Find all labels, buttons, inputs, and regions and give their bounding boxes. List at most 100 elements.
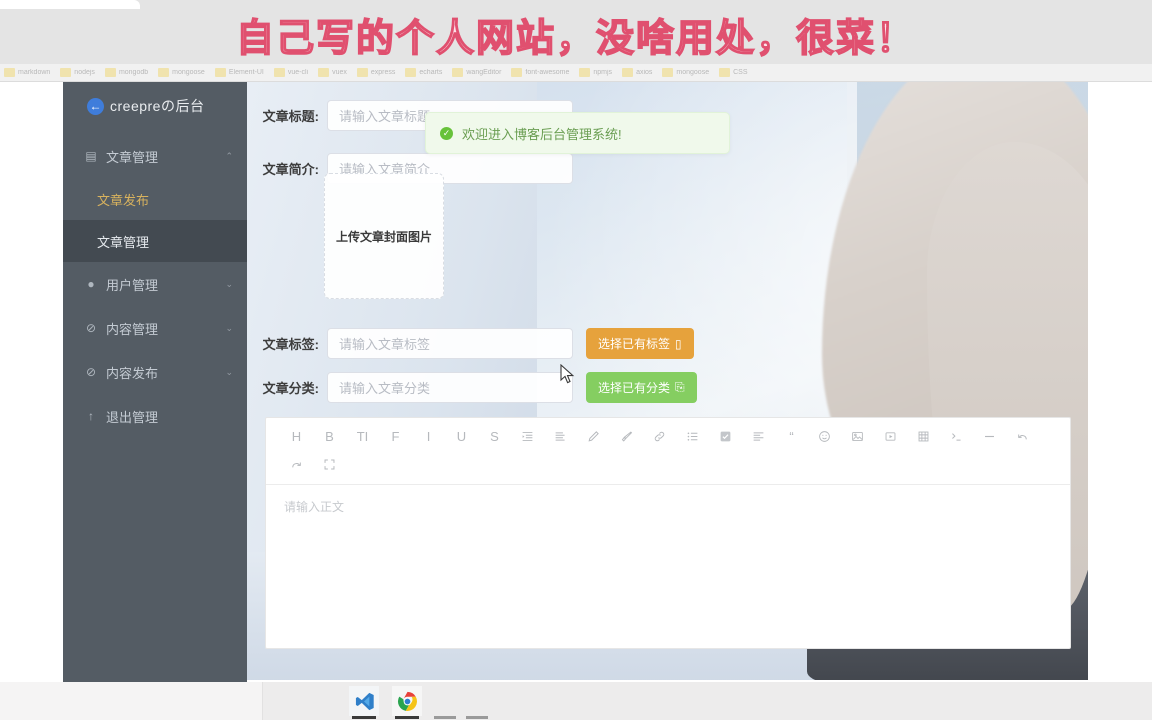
chevron-down-icon: ⌄ (225, 322, 233, 333)
select-existing-tag-label: 选择已有标签 (598, 337, 671, 351)
field-row-category: 文章分类: 请输入文章分类 选择已有分类 ⎘ (247, 372, 697, 403)
quote-icon[interactable]: “ (775, 422, 808, 450)
bookmark-favicon-icon (60, 68, 72, 77)
sidebar-menu: ▤ 文章管理 ⌃ 文章发布 文章管理 ● 用户管理 ⌄ ⊘ 内容管理 ⌄ ⊘ 内容发布 ⌄ ↑ 退出管理 (63, 134, 247, 438)
undo-icon[interactable] (1006, 422, 1039, 450)
redo-icon[interactable] (280, 450, 313, 478)
underline-icon[interactable]: U (445, 422, 478, 450)
font-family-icon[interactable]: F (379, 422, 412, 450)
rich-text-editor: H B TI F I U S “ 请输入正文 (265, 417, 1071, 649)
select-existing-category-label: 选择已有分类 (598, 381, 671, 395)
sidebar-item-label: 文章管理 (106, 149, 159, 165)
title-input-placeholder: 请输入文章标题 (339, 109, 431, 124)
image-icon[interactable] (841, 422, 874, 450)
bookmark-label: mongoose (676, 69, 710, 76)
bookmark-label: CSS (733, 69, 748, 76)
browser-tab[interactable] (0, 0, 140, 9)
sidebar-item-label: 用户管理 (106, 277, 159, 293)
bookmark-item[interactable]: wangEditor (452, 68, 501, 77)
bookmark-item[interactable]: vue-cli (273, 68, 308, 77)
taskbar-indicator-4 (466, 716, 488, 719)
bookmark-label: vuex (332, 69, 347, 76)
taskbar-indicator-chrome (395, 716, 419, 719)
bookmark-item[interactable]: Element-UI (214, 68, 264, 77)
taskbar (0, 682, 1152, 720)
sidebar-subitem[interactable]: 文章发布 (63, 178, 247, 220)
bookmark-favicon-icon (511, 68, 523, 77)
sidebar-item[interactable]: ● 用户管理 ⌄ (63, 262, 247, 306)
chevron-down-icon: ⌄ (225, 366, 233, 377)
bookmark-label: markdown (18, 69, 51, 76)
bookmark-label: npmjs (593, 69, 613, 76)
bookmark-favicon-icon (452, 68, 464, 77)
category-label: 文章分类: (262, 381, 319, 396)
bookmark-favicon-icon (622, 68, 634, 77)
video-icon[interactable] (874, 422, 907, 450)
bookmark-item[interactable]: axios (622, 68, 652, 77)
vscode-icon[interactable] (349, 686, 379, 716)
copy-icon: ⎘ (675, 380, 685, 394)
bookmark-label: nodejs (74, 69, 95, 76)
back-circle-icon[interactable]: ← (87, 97, 104, 115)
tags-input[interactable]: 请输入文章标签 (327, 328, 573, 359)
chrome-icon[interactable] (392, 686, 422, 716)
browser-chrome: 自己写的个人网站，没啥用处，很菜！ (0, 0, 1152, 64)
ordered-list-icon[interactable] (676, 422, 709, 450)
bookmark-favicon-icon (158, 68, 170, 77)
select-existing-category-button[interactable]: 选择已有分类 ⎘ (586, 372, 697, 403)
bookmark-item[interactable]: mongodb (104, 68, 148, 77)
bookmark-item[interactable]: npmjs (579, 68, 612, 77)
table-icon[interactable] (907, 422, 940, 450)
background-color-icon[interactable] (610, 422, 643, 450)
bookmark-item[interactable]: echarts (405, 68, 442, 77)
bold-icon[interactable]: B (313, 422, 346, 450)
bookmark-label: axios (636, 69, 653, 76)
align-icon[interactable] (742, 422, 775, 450)
todo-list-icon[interactable] (709, 422, 742, 450)
bookmark-label: font-awesome (525, 69, 570, 76)
sidebar-brand[interactable]: ← creepreの后台 (63, 88, 247, 124)
bookmark-favicon-icon (4, 68, 15, 77)
sidebar-item[interactable]: ⊘ 内容管理 ⌄ (63, 306, 247, 350)
emoji-icon[interactable] (808, 422, 841, 450)
font-size-icon[interactable]: TI (346, 422, 379, 450)
bookmark-item[interactable]: nodejs (60, 68, 95, 77)
sidebar-item[interactable]: ▤ 文章管理 ⌃ (63, 134, 247, 178)
code-icon[interactable] (940, 422, 973, 450)
bookmark-favicon-icon (273, 68, 285, 77)
editor-body[interactable]: 请输入正文 (266, 485, 1070, 648)
line-height-icon[interactable] (544, 422, 577, 450)
bookmark-item[interactable]: mongoose (158, 68, 205, 77)
sidebar-item-label: 内容发布 (106, 365, 159, 381)
cover-image-uploader[interactable]: 上传文章封面图片 (324, 173, 444, 299)
page-banner-title: 自己写的个人网站，没啥用处，很菜！ (235, 17, 916, 61)
italic-icon[interactable]: I (412, 422, 445, 450)
divider-icon[interactable] (973, 422, 1006, 450)
category-input[interactable]: 请输入文章分类 (327, 372, 573, 403)
strikethrough-icon[interactable]: S (478, 422, 511, 450)
link-icon[interactable] (643, 422, 676, 450)
bookmark-item[interactable]: mongoose (662, 68, 709, 77)
screen: 自己写的个人网站，没啥用处，很菜！ markdown nodejs mongodb m… (0, 0, 1152, 720)
sidebar-item[interactable]: ↑ 退出管理 (63, 394, 247, 438)
bookmark-bar: markdown nodejs mongodb mongoose Element-UI v… (0, 64, 1152, 82)
sidebar-item-label: 退出管理 (106, 409, 159, 425)
sidebar-subitem[interactable]: 文章管理 (63, 220, 247, 262)
bookmark-item[interactable]: font-awesome (511, 68, 569, 77)
taskbar-left-panel (0, 682, 263, 720)
bookmark-favicon-icon (579, 68, 591, 77)
bookmark-item[interactable]: markdown (4, 68, 50, 77)
sidebar-item[interactable]: ⊘ 内容发布 ⌄ (63, 350, 247, 394)
editor-body-placeholder: 请输入正文 (284, 500, 345, 514)
bookmark-item[interactable]: vuex (318, 68, 347, 77)
heading-icon[interactable]: H (280, 422, 313, 450)
fullscreen-icon[interactable] (313, 450, 346, 478)
document-icon: ▤ (85, 149, 97, 163)
welcome-notification-message: 欢迎进入博客后台管理系统! (462, 126, 622, 142)
text-color-icon[interactable] (577, 422, 610, 450)
select-existing-tag-button[interactable]: 选择已有标签 ▯ (586, 328, 694, 359)
bookmark-item[interactable]: CSS (719, 68, 748, 77)
indent-icon[interactable] (511, 422, 544, 450)
summary-label: 文章简介: (262, 162, 319, 177)
bookmark-item[interactable]: express (356, 68, 395, 77)
